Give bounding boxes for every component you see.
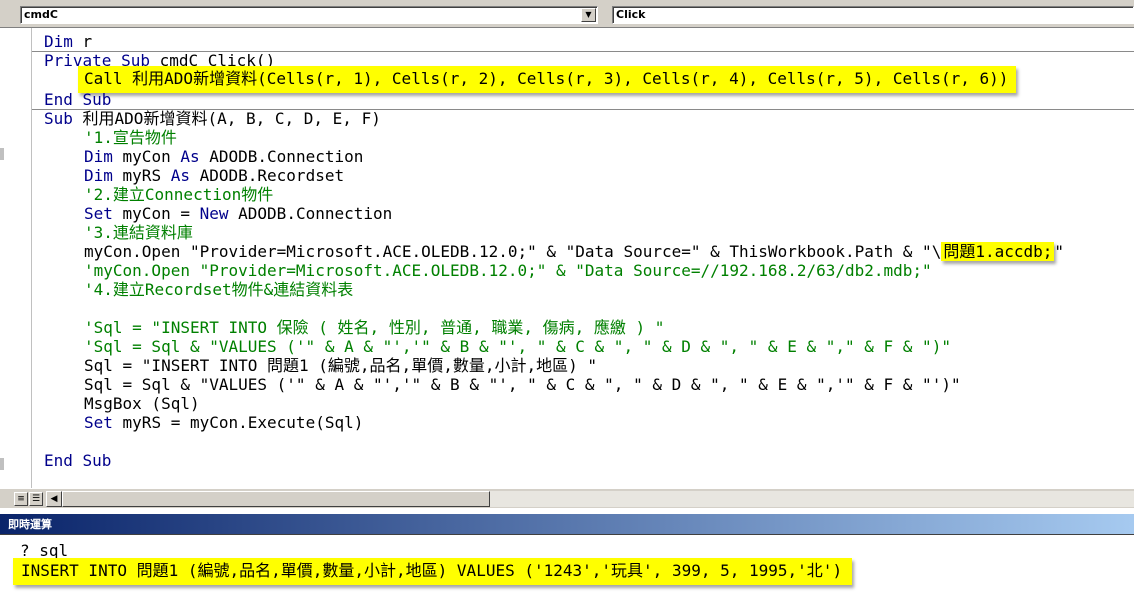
code-comment: '2.建立Connection物件	[84, 185, 274, 204]
code-editor[interactable]: Dim r Private Sub cmdC_Click() Call 利用AD…	[32, 28, 1134, 488]
code-comment: 'Sql = "INSERT INTO 保險 ( 姓名, 性別, 普通, 職業,…	[84, 318, 665, 337]
code-comment: '4.建立Recordset物件&連結資料表	[84, 280, 354, 299]
horizontal-scrollbar: ≡ ☰ ◀	[0, 488, 1134, 508]
code-line: Sub 利用ADO新增資料(A, B, C, D, E, F)	[44, 109, 381, 128]
immediate-window-title: 即時運算	[0, 514, 1134, 534]
code-line: Dim myCon As ADODB.Connection	[84, 147, 364, 166]
code-window-toolbar: cmdC ▼ Click	[0, 0, 1134, 28]
code-text: myCon.Open "Provider=Microsoft.ACE.OLEDB…	[84, 242, 942, 261]
code-text: r	[82, 32, 93, 51]
code-line: Sql = Sql & "VALUES ('" & A & "','" & B …	[84, 375, 961, 394]
margin-tick	[0, 148, 4, 160]
code-comment: '1.宣告物件	[84, 128, 177, 147]
chevron-down-icon[interactable]: ▼	[581, 8, 596, 22]
db-filename-highlight: 問題1.accdb;	[941, 242, 1055, 261]
immediate-window[interactable]: ? sql INSERT INTO 問題1 (編號,品名,單價,數量,小計,地區…	[0, 534, 1134, 609]
call-statement-highlight: Call 利用ADO新增資料(Cells(r, 1), Cells(r, 2),…	[78, 66, 1017, 93]
margin-indicator-bar[interactable]	[10, 28, 32, 488]
code-comment: 'myCon.Open "Provider=Microsoft.ACE.OLED…	[84, 261, 932, 280]
code-line: Sql = "INSERT INTO 問題1 (編號,品名,單價,數量,小計,地…	[84, 356, 597, 375]
scroll-thumb[interactable]	[62, 491, 490, 507]
procedure-combo-value: Click	[616, 8, 646, 21]
code-comment: 'Sql = Sql & "VALUES ('" & A & "','" & B…	[84, 337, 951, 356]
code-comment: '3.連結資料庫	[84, 223, 193, 242]
code-line: Set myRS = myCon.Execute(Sql)	[84, 413, 364, 432]
left-strip	[0, 28, 10, 488]
procedure-view-icon[interactable]: ≡	[14, 492, 28, 506]
immediate-result-highlight: INSERT INTO 問題1 (編號,品名,單價,數量,小計,地區) VALU…	[13, 558, 853, 585]
code-line: Dim myRS As ADODB.Recordset	[84, 166, 345, 185]
full-module-view-icon[interactable]: ☰	[29, 492, 43, 506]
procedure-combo[interactable]: Click	[612, 6, 1134, 24]
code-text: "	[1054, 242, 1065, 261]
code-line: End Sub	[44, 90, 112, 109]
code-line: Set myCon = New ADODB.Connection	[84, 204, 393, 223]
object-combo[interactable]: cmdC ▼	[20, 6, 598, 24]
code-line: End Sub	[44, 451, 112, 470]
immediate-window-title-text: 即時運算	[8, 518, 52, 531]
scroll-left-icon[interactable]: ◀	[46, 491, 62, 507]
code-line: Dim r	[44, 32, 93, 51]
code-line: myCon.Open "Provider=Microsoft.ACE.OLEDB…	[84, 242, 1064, 261]
margin-tick	[0, 458, 4, 470]
code-line: MsgBox (Sql)	[84, 394, 200, 413]
object-combo-value: cmdC	[24, 8, 58, 21]
